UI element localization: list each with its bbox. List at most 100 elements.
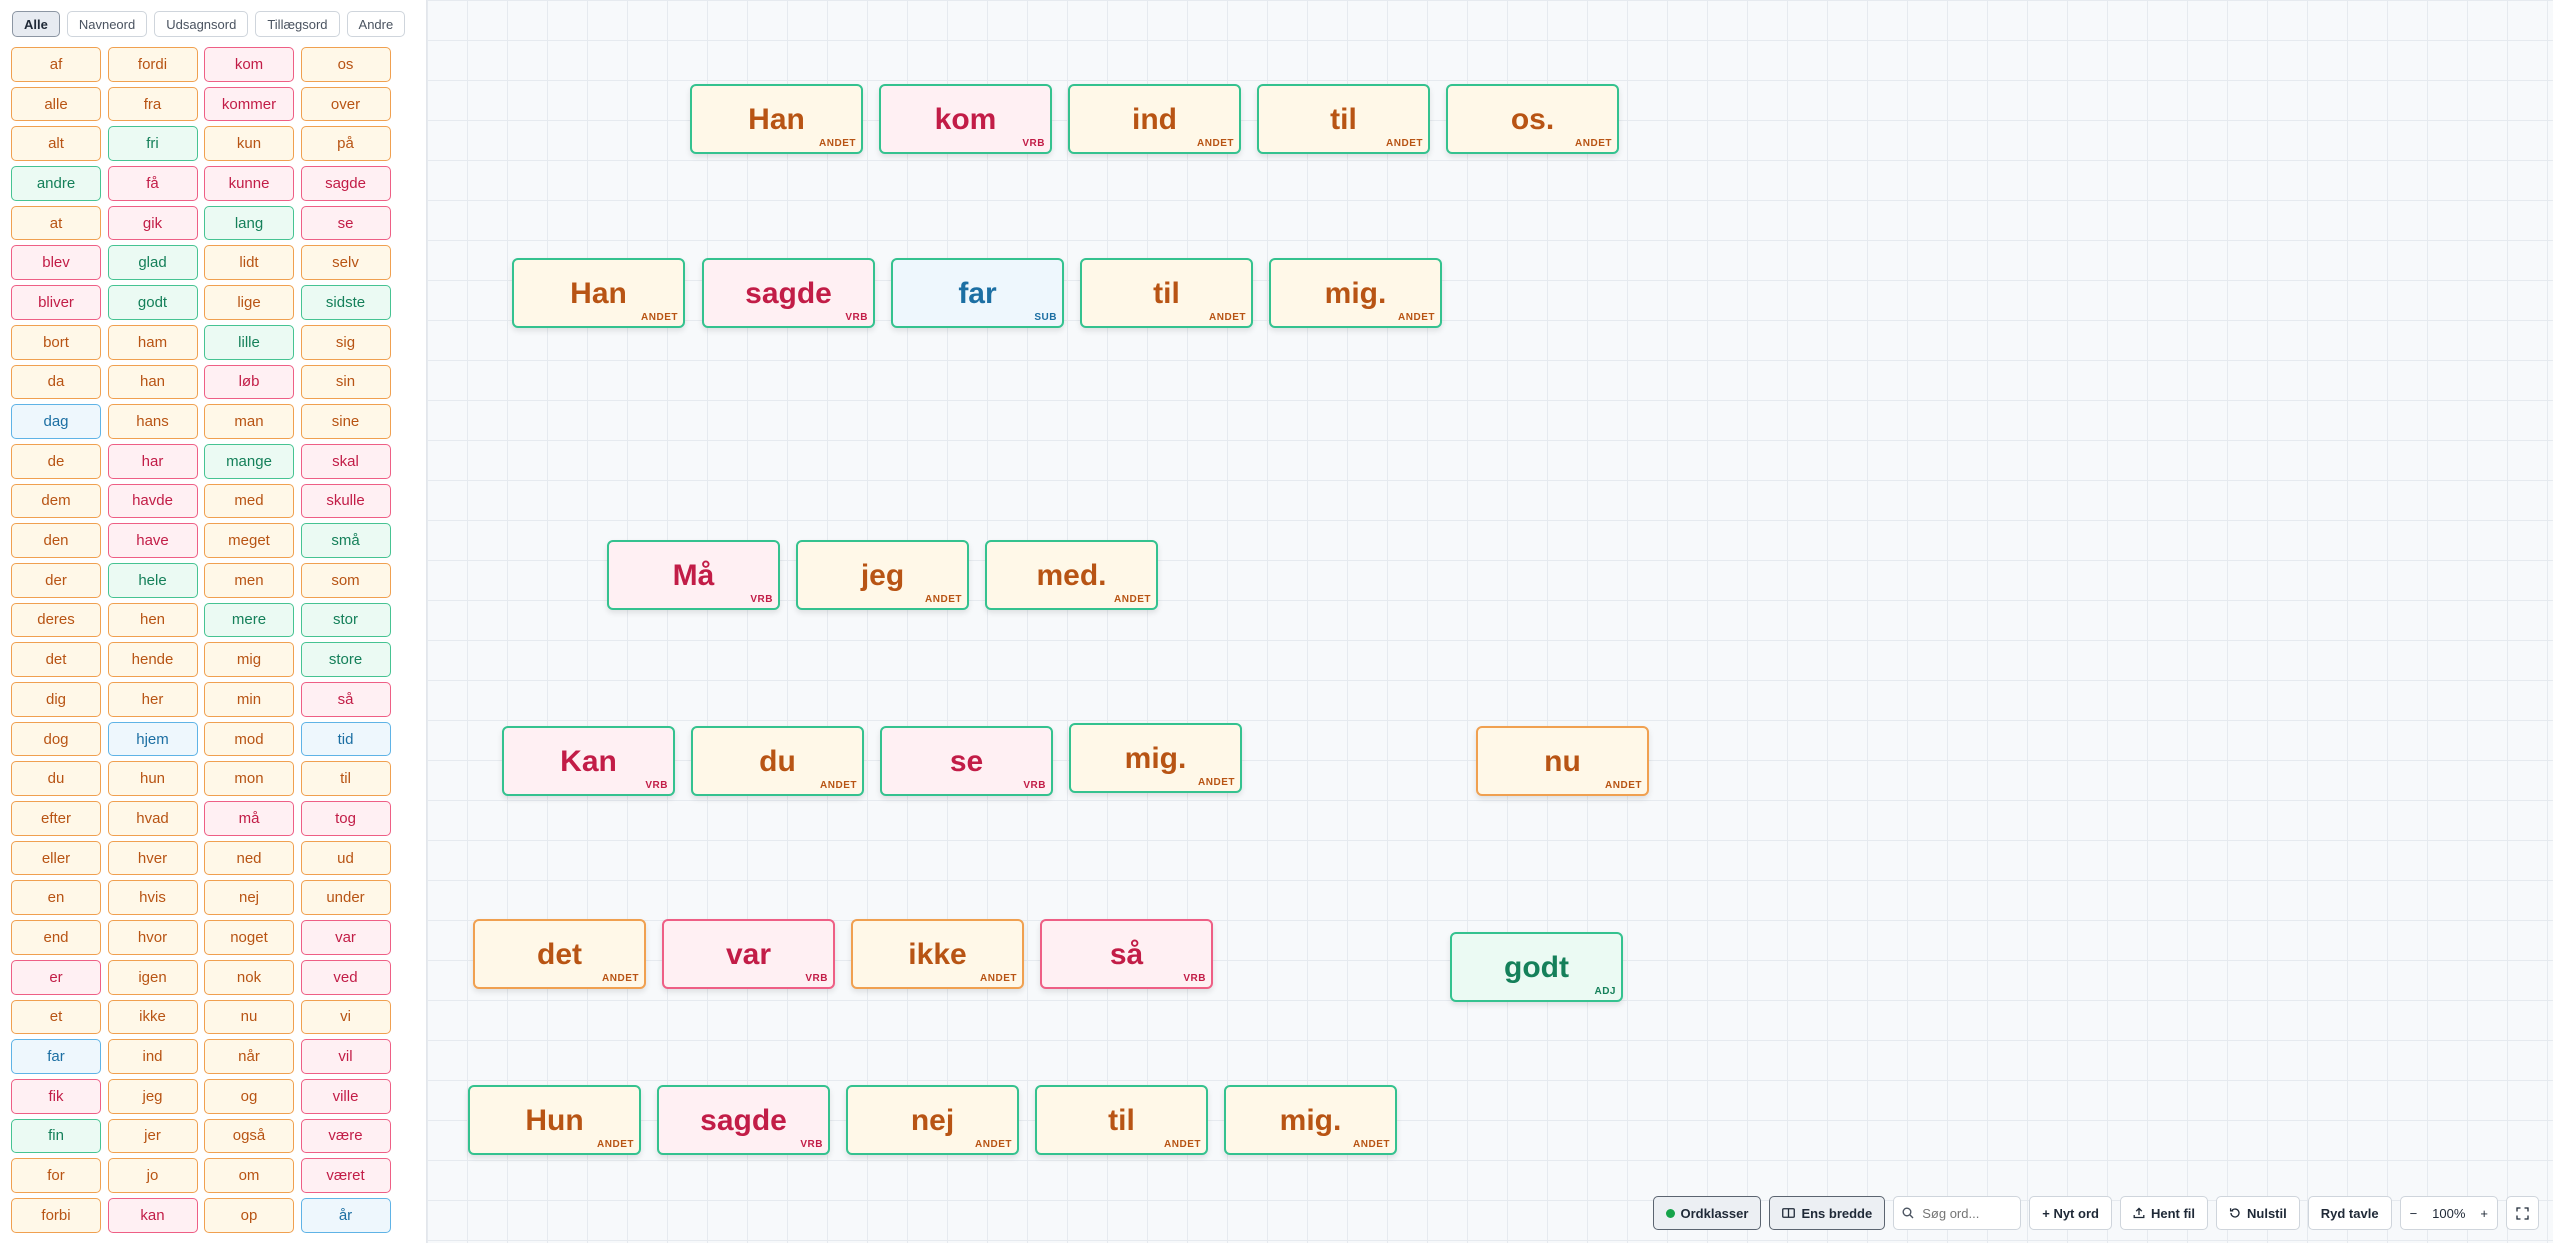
word-chip[interactable]: jeg xyxy=(107,1078,198,1114)
word-chip[interactable]: dag xyxy=(11,404,101,439)
word-chip[interactable]: sagde xyxy=(300,166,391,201)
word-chip[interactable]: mod xyxy=(204,721,294,757)
word-chip[interactable]: mig xyxy=(204,642,294,677)
word-chip[interactable]: far xyxy=(11,1039,101,1074)
word-chip[interactable]: hans xyxy=(107,404,198,439)
word-chip[interactable]: og xyxy=(204,1078,294,1114)
word-chip[interactable]: et xyxy=(11,999,101,1035)
word-chip[interactable]: blev xyxy=(11,245,101,281)
word-chip[interactable]: være xyxy=(300,1118,391,1154)
word-chip[interactable]: en xyxy=(11,880,101,916)
word-chip[interactable]: kan xyxy=(107,1197,198,1233)
word-chip[interactable]: han xyxy=(107,364,198,400)
word-chip[interactable]: nu xyxy=(204,999,294,1035)
word-chip[interactable]: igen xyxy=(107,959,198,995)
word-chip[interactable]: hvor xyxy=(107,920,198,955)
word-chip[interactable]: stor xyxy=(300,602,391,638)
word-chip[interactable]: var xyxy=(300,920,391,955)
word-chip[interactable]: ind xyxy=(107,1039,198,1074)
word-chip[interactable]: bort xyxy=(11,324,101,360)
filter-tab-alle[interactable]: Alle xyxy=(12,11,60,37)
word-chip[interactable]: lidt xyxy=(204,245,294,281)
filter-tab-udsagnsord[interactable]: Udsagnsord xyxy=(154,11,249,37)
word-chip[interactable]: af xyxy=(11,47,101,82)
word-chip[interactable]: hvad xyxy=(107,801,198,836)
word-chip[interactable]: jo xyxy=(107,1158,198,1193)
word-chip[interactable]: når xyxy=(204,1039,294,1074)
board-word-card[interactable]: Han ANDET xyxy=(690,84,863,154)
word-chip[interactable]: deres xyxy=(11,602,101,638)
word-chip[interactable]: ham xyxy=(107,324,198,360)
word-chip[interactable]: fik xyxy=(11,1078,101,1114)
board-word-card[interactable]: mig. ANDET xyxy=(1269,258,1442,328)
clear-board-button[interactable]: Ryd tavle xyxy=(2307,1196,2392,1230)
word-chip[interactable]: dog xyxy=(11,721,101,757)
word-chip[interactable]: år xyxy=(300,1197,391,1233)
board-word-card[interactable]: var VRB xyxy=(662,919,835,989)
fullscreen-button[interactable] xyxy=(2506,1196,2539,1230)
word-chip[interactable]: havde xyxy=(107,483,198,519)
word-chip[interactable]: meget xyxy=(204,523,294,558)
word-chip[interactable]: lang xyxy=(204,205,294,241)
word-chip[interactable]: selv xyxy=(300,245,391,281)
word-chip[interactable]: der xyxy=(11,562,101,598)
word-chip[interactable]: end xyxy=(11,920,101,955)
word-chip[interactable]: hende xyxy=(107,642,198,677)
word-chip[interactable]: men xyxy=(204,562,294,598)
word-chip[interactable]: fra xyxy=(107,86,198,122)
board-word-card[interactable]: så VRB xyxy=(1040,919,1213,989)
board-word-card[interactable]: til ANDET xyxy=(1257,84,1430,154)
word-chip[interactable]: op xyxy=(204,1197,294,1233)
word-chip[interactable]: mere xyxy=(204,602,294,638)
board-word-card[interactable]: mig. ANDET xyxy=(1069,723,1242,793)
word-chip[interactable]: mange xyxy=(204,443,294,479)
filter-tab-tillægsord[interactable]: Tillægsord xyxy=(255,11,340,37)
word-chip[interactable]: skal xyxy=(300,443,391,479)
search-input[interactable] xyxy=(1920,1204,2015,1222)
word-chip[interactable]: som xyxy=(300,562,391,598)
word-chip[interactable]: ud xyxy=(300,840,391,876)
word-chip[interactable]: at xyxy=(11,205,101,241)
word-chip[interactable]: noget xyxy=(204,920,294,955)
word-chip[interactable]: til xyxy=(300,761,391,797)
board-word-card[interactable]: sagde VRB xyxy=(657,1085,830,1155)
board-word-card[interactable]: til ANDET xyxy=(1035,1085,1208,1155)
word-chip[interactable]: eller xyxy=(11,840,101,876)
word-chip[interactable]: sig xyxy=(300,324,391,360)
word-chip[interactable]: se xyxy=(300,205,391,241)
sentence-board[interactable]: Han ANDET kom VRB ind ANDET til ANDET os. ANDET Ha… xyxy=(427,0,2553,1243)
word-chip[interactable]: været xyxy=(300,1158,391,1193)
word-chip[interactable]: på xyxy=(300,126,391,162)
word-chip[interactable]: bliver xyxy=(11,285,101,320)
word-chip[interactable]: andre xyxy=(11,166,101,201)
word-chip[interactable]: må xyxy=(204,801,294,836)
board-word-card[interactable]: Hun ANDET xyxy=(468,1085,641,1155)
board-word-card[interactable]: Han ANDET xyxy=(512,258,685,328)
word-chip[interactable]: er xyxy=(11,959,101,995)
word-chip[interactable]: ved xyxy=(300,959,391,995)
board-word-card[interactable]: jeg ANDET xyxy=(796,540,969,610)
word-chip[interactable]: fordi xyxy=(107,47,198,82)
word-chip[interactable]: tog xyxy=(300,801,391,836)
word-chip[interactable]: ville xyxy=(300,1078,391,1114)
word-chip[interactable]: efter xyxy=(11,801,101,836)
board-word-card[interactable]: ikke ANDET xyxy=(851,919,1024,989)
zoom-out-button[interactable]: − xyxy=(2401,1206,2427,1221)
word-chip[interactable]: nok xyxy=(204,959,294,995)
word-chip[interactable]: om xyxy=(204,1158,294,1193)
board-word-card[interactable]: sagde VRB xyxy=(702,258,875,328)
board-word-card[interactable]: nu ANDET xyxy=(1476,726,1649,796)
word-chip[interactable]: har xyxy=(107,443,198,479)
word-chip[interactable]: så xyxy=(300,682,391,717)
board-word-card[interactable]: far SUB xyxy=(891,258,1064,328)
word-chip[interactable]: ikke xyxy=(107,999,198,1035)
word-chip[interactable]: hver xyxy=(107,840,198,876)
word-chip[interactable]: skulle xyxy=(300,483,391,519)
reset-button[interactable]: Nulstil xyxy=(2216,1196,2300,1230)
board-word-card[interactable]: kom VRB xyxy=(879,84,1052,154)
word-chip[interactable]: også xyxy=(204,1118,294,1154)
word-chip[interactable]: kommer xyxy=(204,86,294,122)
word-chip[interactable]: store xyxy=(300,642,391,677)
word-chip[interactable]: sidste xyxy=(300,285,391,320)
board-word-card[interactable]: se VRB xyxy=(880,726,1053,796)
